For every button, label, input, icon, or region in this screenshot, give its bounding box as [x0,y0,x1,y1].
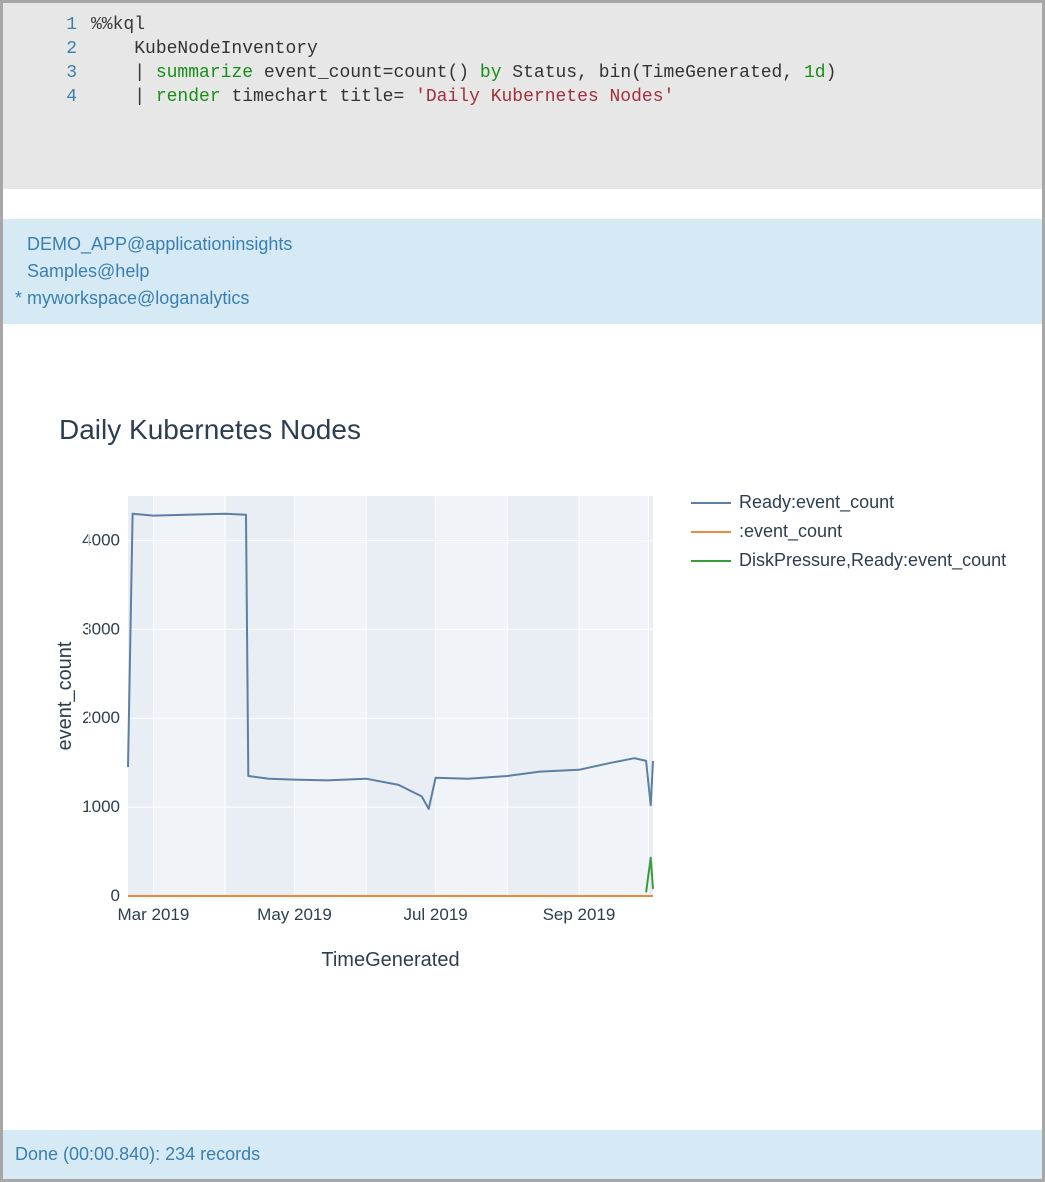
code-cell[interactable]: 1 %%kql 2 KubeNodeInventory 3 | summariz… [3,3,1042,189]
code-table: KubeNodeInventory [134,39,318,59]
gutter-3: 3 [3,61,91,85]
code-indent [91,39,134,59]
svg-text:May 2019: May 2019 [257,905,332,924]
gutter-1: 1 [3,13,91,37]
legend-swatch-0 [691,502,731,504]
chart-legend: Ready:event_count :event_count DiskPress… [691,492,1006,579]
svg-text:Mar 2019: Mar 2019 [118,905,190,924]
svg-text:3000: 3000 [82,619,120,638]
svg-text:event_count: event_count [54,641,76,750]
chart-plot[interactable]: 0 1000 2000 3000 4000 Mar 2019 May 2019 Jul 201… [53,486,673,1016]
kw-summarize: summarize [156,63,253,83]
legend-swatch-2 [691,560,731,562]
kw-render: render [156,87,221,107]
svg-text:Jul 2019: Jul 2019 [403,905,467,924]
connection-banner: DEMO_APP@applicationinsights Samples@hel… [3,219,1042,324]
code-magic: %%kql [91,15,145,35]
svg-text:0: 0 [111,886,120,905]
legend-label-2: DiskPressure,Ready:event_count [739,550,1006,571]
legend-item-1[interactable]: :event_count [691,521,1006,542]
legend-label-1: :event_count [739,521,842,542]
svg-text:2000: 2000 [82,708,120,727]
svg-text:4000: 4000 [82,530,120,549]
chart-output: Daily Kubernetes Nodes 0 1000 2000 3000 4000… [3,324,1042,1026]
render-title: 'Daily Kubernetes Nodes' [415,87,674,107]
legend-swatch-1 [691,531,731,533]
gutter-4: 4 [3,85,91,109]
chart-title: Daily Kubernetes Nodes [59,414,1012,446]
legend-label-0: Ready:event_count [739,492,894,513]
svg-text:1000: 1000 [82,797,120,816]
svg-text:Sep 2019: Sep 2019 [543,905,616,924]
svg-text:TimeGenerated: TimeGenerated [321,949,459,971]
conn-line-1: DEMO_APP@applicationinsights [9,231,1036,258]
legend-item-2[interactable]: DiskPressure,Ready:event_count [691,550,1006,571]
status-bar: Done (00:00.840): 234 records [3,1130,1042,1179]
conn-line-2: Samples@help [9,258,1036,285]
kw-by: by [480,63,502,83]
conn-line-3: * myworkspace@loganalytics [9,285,1036,312]
legend-item-0[interactable]: Ready:event_count [691,492,1006,513]
gutter-2: 2 [3,37,91,61]
bin-unit: 1d [804,63,826,83]
